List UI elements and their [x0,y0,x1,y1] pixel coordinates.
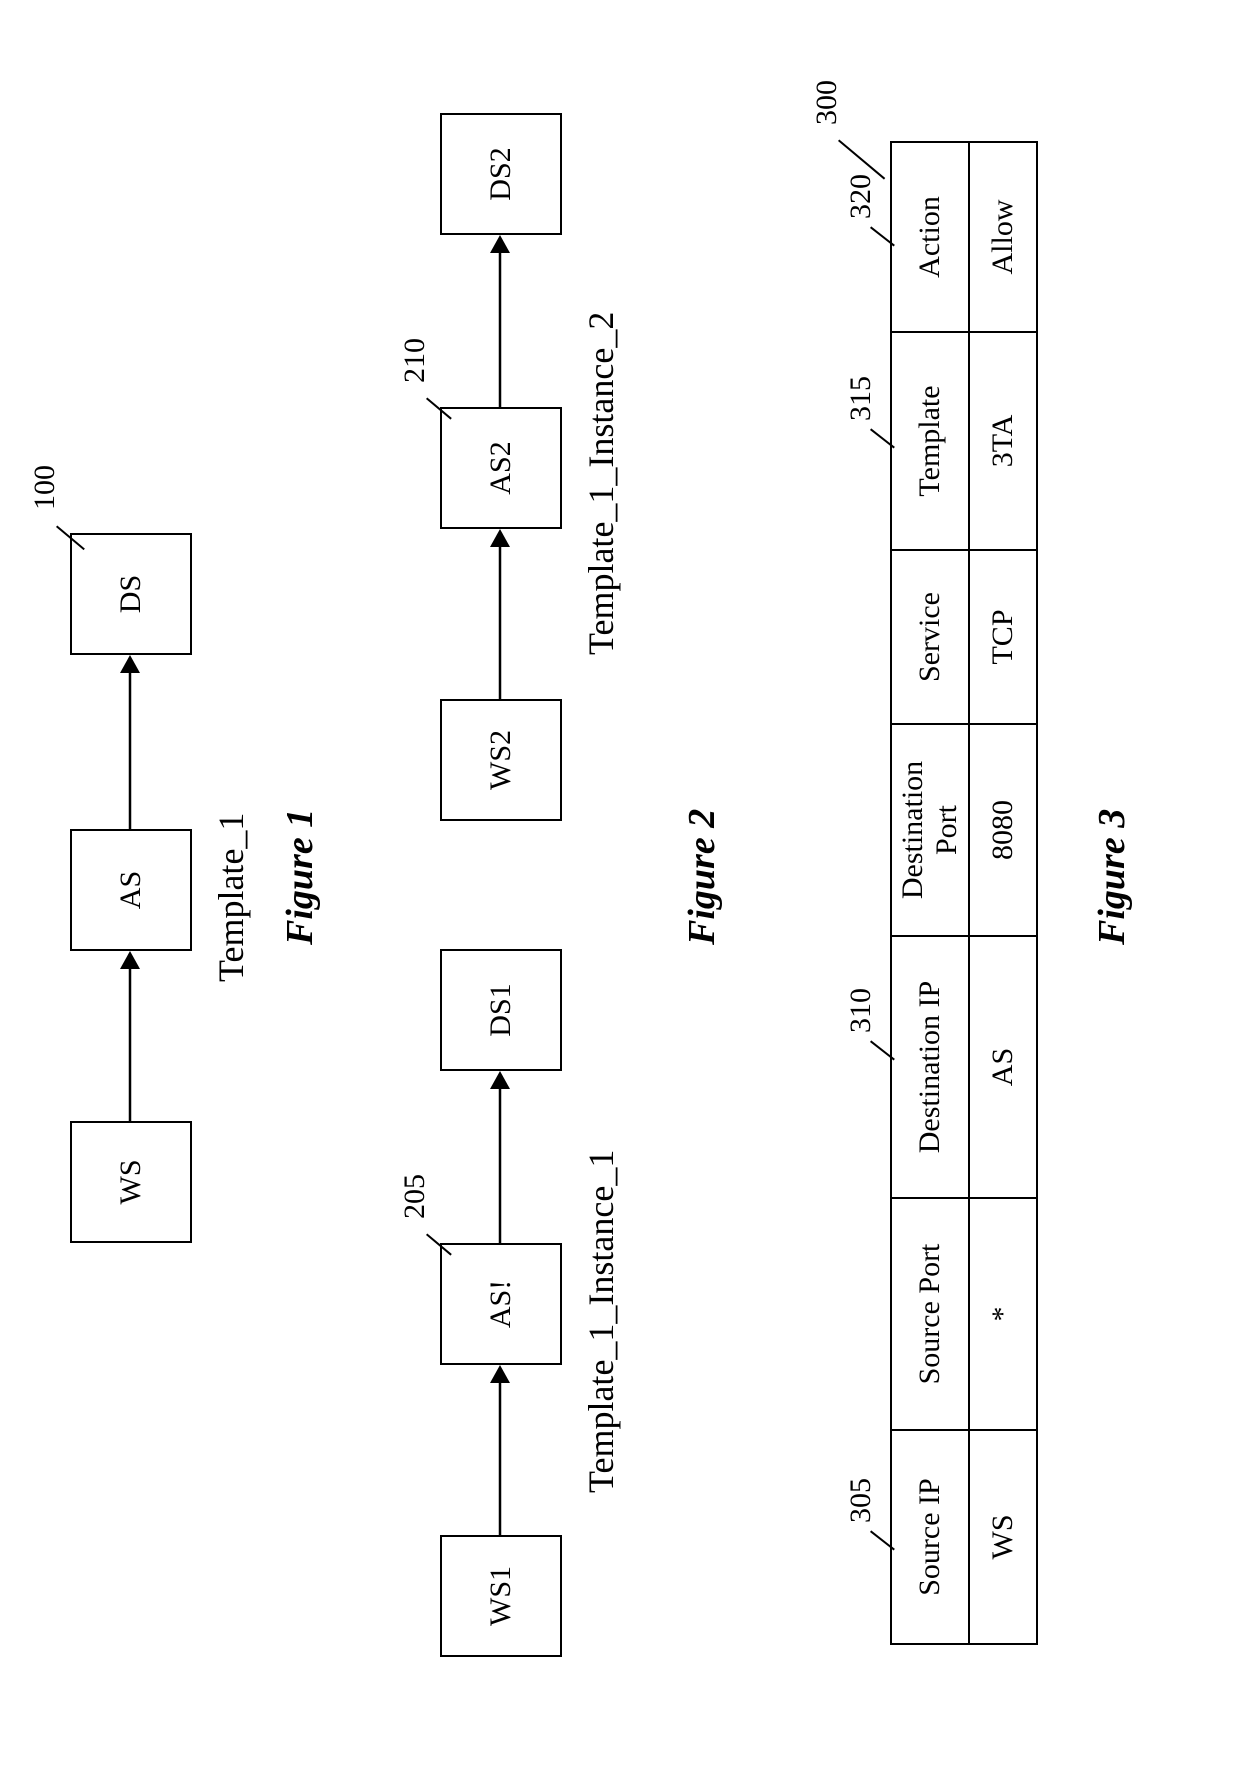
fig3-th-dest-port: Destination Port [891,724,969,936]
fig2a-node-as: AS! [440,1243,562,1365]
fig2a-node-ws: WS1 [440,1535,562,1657]
fig3-ref-315: 315 [844,376,878,421]
fig2b-node-ws: WS2 [440,699,562,821]
fig3-th-source-ip: Source IP [891,1430,969,1644]
fig3-th-dest-ip: Destination IP [891,936,969,1198]
fig3-caption: Figure 3 [1090,809,1134,945]
fig3-td-template: 3TA [969,332,1037,550]
fig3-th-template: Template [891,332,969,550]
fig1-node-ws: WS [70,1121,192,1243]
fig1-ref: 100 [28,465,62,510]
fig3-td-dest-port: 8080 [969,724,1037,936]
fig3-td-source-ip: WS [969,1430,1037,1644]
fig2a-node-ds: DS1 [440,949,562,1071]
fig3-ref-320: 320 [844,174,878,219]
fig1-node-ds-label: DS [114,575,148,613]
fig2b-node-as: AS2 [440,407,562,529]
fig2b-ref: 210 [398,338,432,383]
fig2a-node-ws-label: WS1 [484,1566,518,1626]
fig1-template-label: Template_1 [210,813,252,982]
fig3-th-source-port: Source Port [891,1198,969,1430]
fig1-node-as-label: AS [114,871,148,909]
fig3-firewall-table: Source IP Source Port Destination IP Des… [890,141,1038,1645]
fig3-th-service: Service [891,550,969,724]
fig2-caption: Figure 2 [680,809,724,945]
fig2a-ref: 205 [398,1174,432,1219]
fig2a-node-as-label: AS! [484,1280,518,1328]
fig1-node-as: AS [70,829,192,951]
fig1-arrow-as-ds [110,655,150,833]
fig2b-arrow-ws-as [480,529,520,703]
fig2b-node-ds-label: DS2 [484,147,518,200]
fig2a-node-ds-label: DS1 [484,983,518,1036]
fig3-ref: 300 [810,80,844,125]
fig2b-node-ws-label: WS2 [484,730,518,790]
fig2b-template-label: Template_1_Instance_2 [580,312,622,655]
fig3-ref-305: 305 [844,1478,878,1523]
fig1-caption: Figure 1 [278,809,322,945]
fig2a-arrow-ws-as [480,1365,520,1539]
fig2b-node-as-label: AS2 [484,441,518,494]
fig1-node-ws-label: WS [114,1160,148,1205]
fig3-td-service: TCP [969,550,1037,724]
fig3-td-dest-ip: AS [969,936,1037,1198]
fig1-node-ds: DS [70,533,192,655]
fig2a-arrow-as-ds [480,1071,520,1247]
fig3-td-source-port: * [969,1198,1037,1430]
fig3-ref-310: 310 [844,988,878,1033]
fig3-th-action: Action [891,142,969,332]
fig2a-template-label: Template_1_Instance_1 [580,1150,622,1493]
fig3-td-action: Allow [969,142,1037,332]
fig2b-node-ds: DS2 [440,113,562,235]
fig1-arrow-ws-as [110,951,150,1125]
fig2b-arrow-as-ds [480,235,520,411]
